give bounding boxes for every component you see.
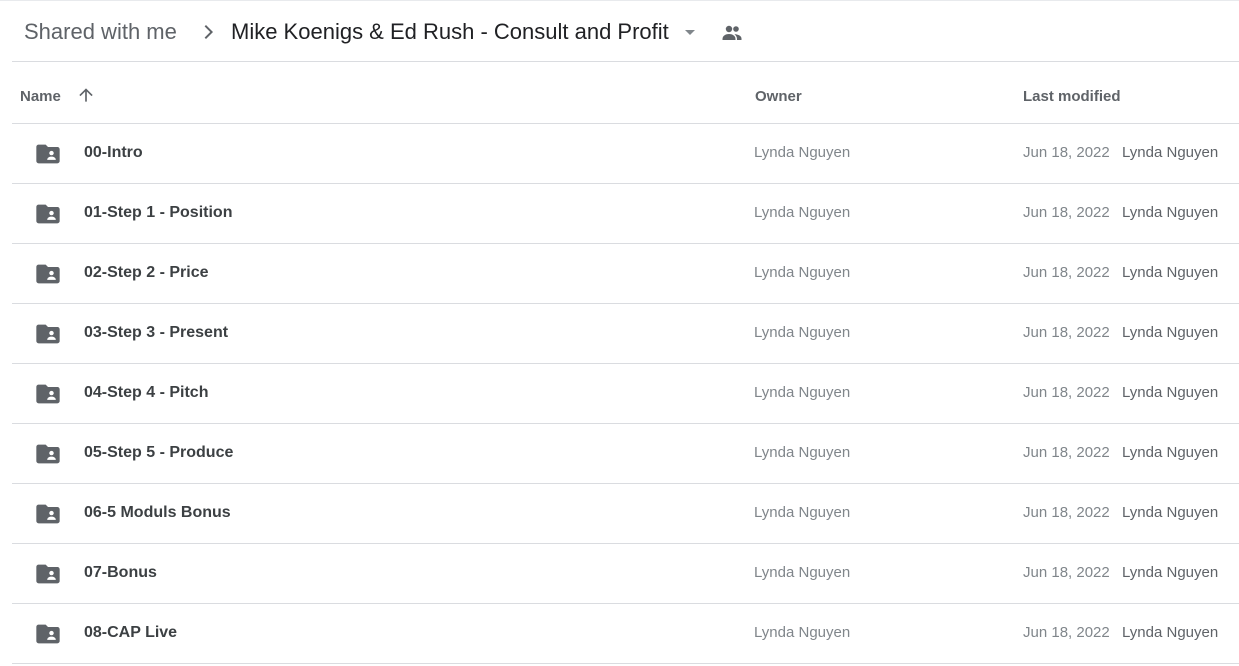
file-modified-date: Jun 18, 2022 (1023, 144, 1110, 161)
table-row[interactable]: 04-Step 4 - Pitch Lynda Nguyen Jun 18, 2… (12, 364, 1239, 424)
shared-folder-icon (36, 204, 60, 224)
column-header-row: Name Owner Last modified (12, 62, 1239, 124)
file-modified-by: Lynda Nguyen (1122, 204, 1219, 221)
file-owner: Lynda Nguyen (754, 564, 851, 581)
shared-folder-icon (36, 384, 60, 404)
file-modified-date: Jun 18, 2022 (1023, 264, 1110, 281)
file-modified-by: Lynda Nguyen (1122, 624, 1219, 641)
shared-folder-icon (36, 624, 60, 644)
file-modified-date: Jun 18, 2022 (1023, 564, 1110, 581)
breadcrumb-current-folder[interactable]: Mike Koenigs & Ed Rush - Consult and Pro… (231, 18, 669, 46)
file-modified-date: Jun 18, 2022 (1023, 624, 1110, 641)
table-row[interactable]: 00-Intro Lynda Nguyen Jun 18, 2022 Lynda… (12, 124, 1239, 184)
file-modified-by: Lynda Nguyen (1122, 264, 1219, 281)
file-name: 04-Step 4 - Pitch (84, 384, 209, 401)
column-header-name[interactable]: Name (20, 88, 61, 105)
chevron-right-icon (204, 25, 213, 39)
file-modified-by: Lynda Nguyen (1122, 324, 1219, 341)
arrow-drop-down-icon[interactable] (678, 20, 702, 44)
people-icon[interactable] (720, 21, 744, 45)
table-row[interactable]: 06-5 Moduls Bonus Lynda Nguyen Jun 18, 2… (12, 484, 1239, 544)
file-name: 00-Intro (84, 144, 143, 161)
table-row[interactable]: 01-Step 1 - Position Lynda Nguyen Jun 18… (12, 184, 1239, 244)
file-owner: Lynda Nguyen (754, 204, 851, 221)
breadcrumb-shared-with-me[interactable]: Shared with me (24, 18, 177, 46)
arrow-up-icon[interactable] (76, 85, 96, 105)
file-name: 01-Step 1 - Position (84, 204, 233, 221)
file-modified-by: Lynda Nguyen (1122, 564, 1219, 581)
file-modified-date: Jun 18, 2022 (1023, 384, 1110, 401)
file-owner: Lynda Nguyen (754, 624, 851, 641)
file-modified-by: Lynda Nguyen (1122, 504, 1219, 521)
file-name: 07-Bonus (84, 564, 157, 581)
column-header-owner[interactable]: Owner (755, 88, 802, 105)
file-owner: Lynda Nguyen (754, 144, 851, 161)
file-modified-date: Jun 18, 2022 (1023, 204, 1110, 221)
shared-folder-icon (36, 324, 60, 344)
table-row[interactable]: 07-Bonus Lynda Nguyen Jun 18, 2022 Lynda… (12, 544, 1239, 604)
file-name: 03-Step 3 - Present (84, 324, 229, 341)
shared-folder-icon (36, 564, 60, 584)
file-owner: Lynda Nguyen (754, 264, 851, 281)
file-modified-date: Jun 18, 2022 (1023, 444, 1110, 461)
file-name: 02-Step 2 - Price (84, 264, 209, 281)
table-row[interactable]: 05-Step 5 - Produce Lynda Nguyen Jun 18,… (12, 424, 1239, 484)
file-modified-date: Jun 18, 2022 (1023, 504, 1110, 521)
file-name: 05-Step 5 - Produce (84, 444, 234, 461)
file-list: 00-Intro Lynda Nguyen Jun 18, 2022 Lynda… (12, 124, 1239, 664)
file-modified-by: Lynda Nguyen (1122, 384, 1219, 401)
shared-folder-icon (36, 444, 60, 464)
breadcrumb: Shared with me Mike Koenigs & Ed Rush - … (0, 0, 1239, 62)
file-name: 06-5 Moduls Bonus (84, 504, 231, 521)
file-name: 08-CAP Live (84, 624, 178, 641)
table-row[interactable]: 02-Step 2 - Price Lynda Nguyen Jun 18, 2… (12, 244, 1239, 304)
file-modified-date: Jun 18, 2022 (1023, 324, 1110, 341)
shared-folder-icon (36, 264, 60, 284)
file-owner: Lynda Nguyen (754, 384, 851, 401)
table-row[interactable]: 03-Step 3 - Present Lynda Nguyen Jun 18,… (12, 304, 1239, 364)
shared-folder-icon (36, 504, 60, 524)
file-modified-by: Lynda Nguyen (1122, 444, 1219, 461)
table-row[interactable]: 08-CAP Live Lynda Nguyen Jun 18, 2022 Ly… (12, 604, 1239, 664)
shared-folder-icon (36, 144, 60, 164)
file-owner: Lynda Nguyen (754, 324, 851, 341)
file-owner: Lynda Nguyen (754, 444, 851, 461)
file-owner: Lynda Nguyen (754, 504, 851, 521)
column-header-last-modified[interactable]: Last modified (1023, 88, 1121, 105)
file-modified-by: Lynda Nguyen (1122, 144, 1219, 161)
